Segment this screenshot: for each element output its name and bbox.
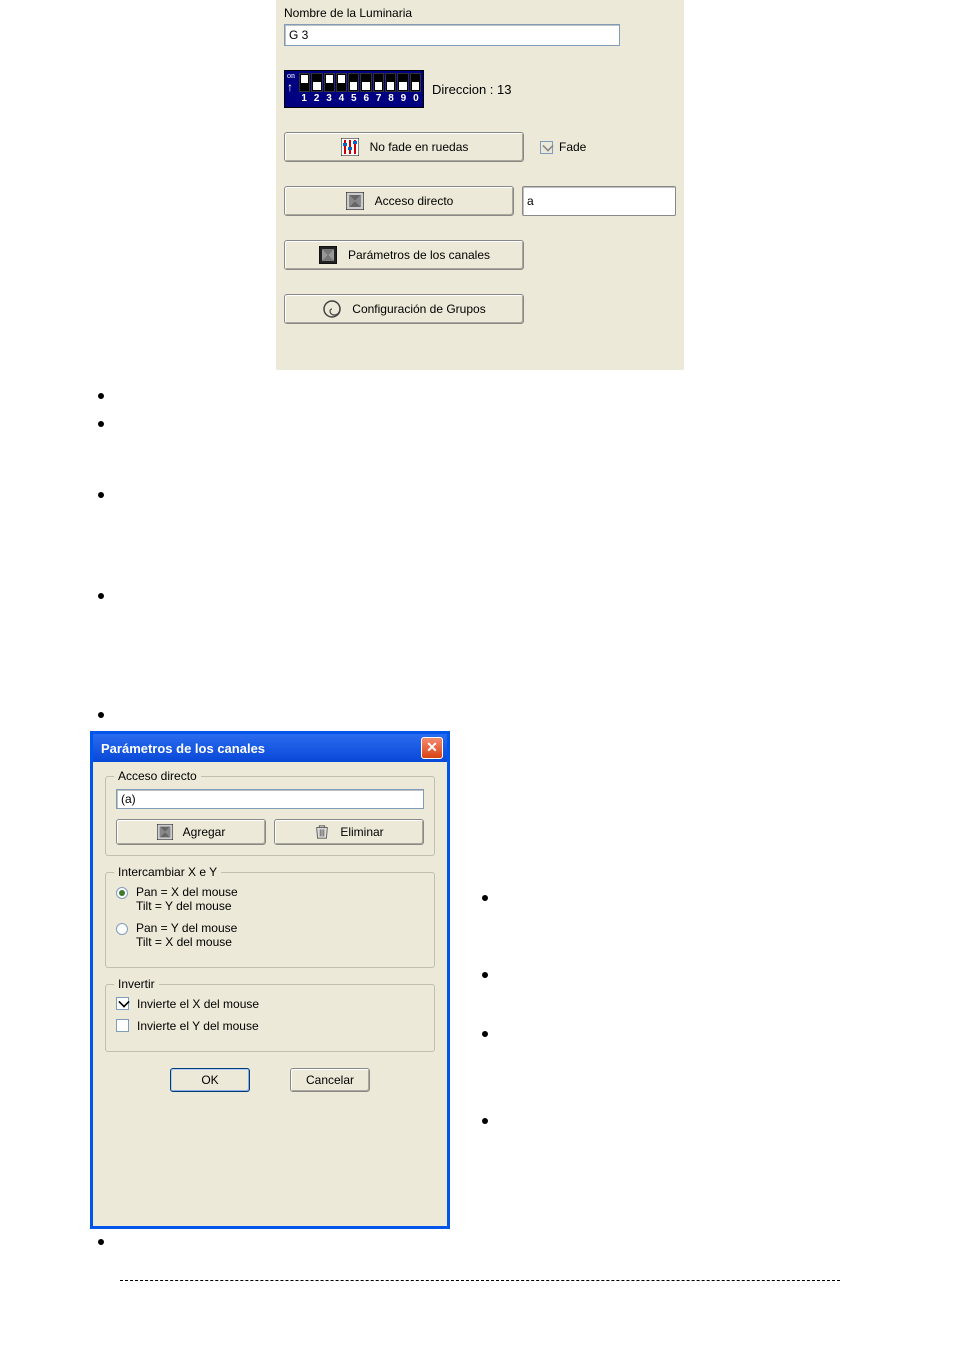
agregar-label: Agregar [183, 825, 226, 839]
nombre-input[interactable] [284, 24, 620, 46]
close-button[interactable]: ✕ [421, 737, 443, 759]
acceso-directo-input[interactable] [522, 186, 676, 216]
intercambiar-group: Intercambiar X e Y Pan = X del mouse Til… [105, 872, 435, 968]
dip-num: 0 [411, 93, 421, 105]
bullet-icon [98, 1239, 104, 1245]
trash-icon [314, 824, 330, 840]
acceso-directo-label: Acceso directo [375, 194, 454, 208]
invert-y-label: Invierte el Y del mouse [137, 1019, 259, 1033]
nombre-label: Nombre de la Luminaria [284, 6, 676, 20]
invert-y-checkbox[interactable] [116, 1019, 129, 1032]
config-grupos-button[interactable]: Configuración de Grupos [284, 294, 524, 324]
acceso-directo-field[interactable] [116, 789, 424, 809]
dialog-titlebar[interactable]: Parámetros de los canales ✕ [93, 734, 447, 762]
direccion-label: Direccion : 13 [432, 82, 511, 97]
eliminar-button[interactable]: Eliminar [274, 819, 424, 845]
bullet-icon [482, 1118, 488, 1124]
dip-num: 5 [349, 93, 359, 105]
shortcut-dark-icon [318, 245, 338, 265]
pan-y-radio[interactable] [116, 923, 128, 935]
radio1-line1: Pan = X del mouse [136, 885, 238, 899]
radio2-line1: Pan = Y del mouse [136, 921, 237, 935]
eliminar-label: Eliminar [340, 825, 383, 839]
bullet-icon [98, 593, 104, 599]
fader-icon [340, 137, 360, 157]
radio1-line2: Tilt = Y del mouse [136, 899, 238, 913]
agregar-button[interactable]: Agregar [116, 819, 266, 845]
shortcut-icon [157, 824, 173, 840]
fade-checkbox[interactable] [540, 141, 553, 154]
parametros-label: Parámetros de los canales [348, 248, 490, 262]
ok-button[interactable]: OK [170, 1068, 250, 1092]
invert-x-checkbox[interactable] [116, 997, 129, 1010]
no-fade-button[interactable]: No fade en ruedas [284, 132, 524, 162]
dip-num: 3 [324, 93, 334, 105]
shortcut-icon [345, 191, 365, 211]
dip-num: 4 [336, 93, 346, 105]
bullet-icon [482, 1031, 488, 1037]
parametros-dialog: Parámetros de los canales ✕ Acceso direc… [90, 731, 450, 1229]
invertir-group: Invertir Invierte el X del mouse Inviert… [105, 984, 435, 1052]
bullet-icon [98, 393, 104, 399]
page-divider [120, 1280, 840, 1281]
bullet-icon [482, 972, 488, 978]
cancel-button[interactable]: Cancelar [290, 1068, 370, 1092]
intercambiar-title: Intercambiar X e Y [114, 865, 221, 879]
grupos-label: Configuración de Grupos [352, 302, 485, 316]
invertir-title: Invertir [114, 977, 159, 991]
spiral-icon [322, 299, 342, 319]
close-icon: ✕ [426, 739, 438, 755]
invert-x-label: Invierte el X del mouse [137, 997, 259, 1011]
bullet-icon [98, 492, 104, 498]
acceso-group-title: Acceso directo [114, 769, 201, 783]
bullet-icon [98, 712, 104, 718]
fade-label: Fade [559, 140, 586, 154]
dip-num: 1 [299, 93, 309, 105]
parametros-canales-button[interactable]: Parámetros de los canales [284, 240, 524, 270]
acceso-directo-button[interactable]: Acceso directo [284, 186, 514, 216]
dip-num: 8 [386, 93, 396, 105]
dip-on-label: on [287, 71, 295, 80]
dip-num: 9 [398, 93, 408, 105]
dialog-title: Parámetros de los canales [101, 741, 265, 756]
dip-arrow-icon: ↑ [287, 81, 293, 93]
dip-num: 2 [311, 93, 321, 105]
dip-num: 7 [373, 93, 383, 105]
acceso-directo-group: Acceso directo Agregar Eliminar [105, 776, 435, 856]
radio2-line2: Tilt = X del mouse [136, 935, 237, 949]
bullet-icon [98, 421, 104, 427]
pan-x-radio[interactable] [116, 887, 128, 899]
no-fade-label: No fade en ruedas [370, 140, 469, 154]
dip-switch[interactable]: on ↑ 1 2 3 [284, 70, 424, 108]
dip-num: 6 [361, 93, 371, 105]
luminaria-panel: Nombre de la Luminaria on ↑ [276, 0, 684, 370]
bullet-icon [482, 895, 488, 901]
